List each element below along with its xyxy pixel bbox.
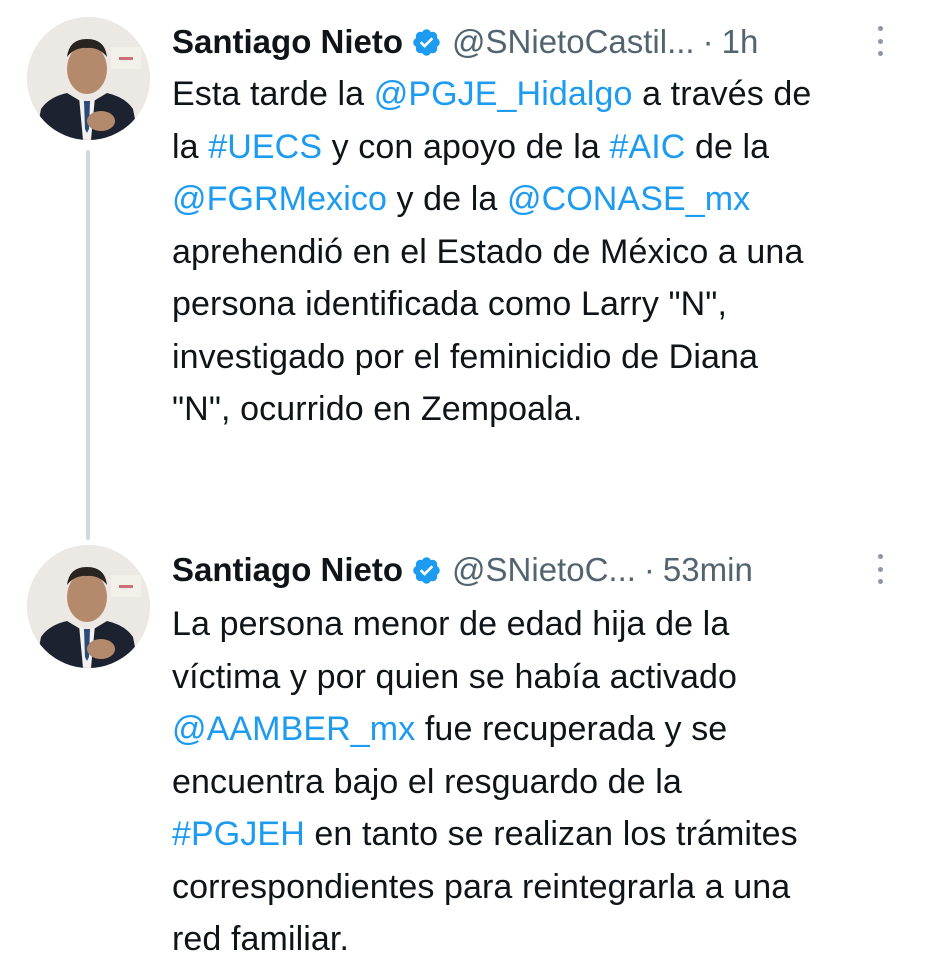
tweet-text-line: encuentra bajo el resguardo de la [172, 756, 912, 809]
avatar-photo [27, 17, 150, 140]
meta-separator: · [702, 23, 714, 60]
text-segment: La persona menor de edad hija de la [172, 605, 730, 643]
more-vertical-icon[interactable] [875, 26, 885, 56]
tweet-thread: Santiago Nieto @SNietoCastil... · 1h Est… [0, 0, 927, 960]
thread-connector-line [86, 150, 90, 540]
text-segment: a través de [632, 75, 812, 113]
more-vertical-icon[interactable] [875, 554, 885, 584]
hashtag-link[interactable]: #UECS [208, 128, 322, 166]
tweet-text-line: víctima y por quien se había activado [172, 651, 912, 704]
tweet-text: Esta tarde la @PGJE_Hidalgo a través de l… [172, 68, 912, 436]
tweet-text-line: @AAMBER_mx fue recuperada y se [172, 703, 912, 756]
mention-link[interactable]: @CONASE_mx [507, 180, 750, 218]
tweet-text-line: Esta tarde la @PGJE_Hidalgo a través de [172, 68, 912, 121]
tweet-text-line: la #UECS y con apoyo de la #AIC de la [172, 121, 912, 174]
text-segment: y de la [386, 180, 507, 218]
mention-link[interactable]: @AAMBER_mx [172, 710, 415, 748]
text-segment: víctima y por quien se había activado [172, 657, 738, 696]
meta-separator: · [643, 551, 655, 588]
author-display-name[interactable]: Santiago Nieto [172, 23, 403, 61]
mention-link[interactable]: @FGRMexico [172, 180, 387, 218]
hashtag-link[interactable]: #AIC [609, 128, 685, 166]
tweet-text-line: "N", ocurrido en Zempoala. [172, 383, 912, 436]
text-segment: "N", ocurrido en Zempoala. [172, 390, 583, 428]
verified-badge-icon [411, 555, 442, 586]
mention-link[interactable]: @PGJE_Hidalgo [374, 75, 633, 113]
tweet-text-line: red familiar. [172, 913, 912, 966]
text-segment: Esta tarde la [172, 75, 374, 113]
hashtag-link[interactable]: #PGJEH [172, 815, 305, 853]
text-segment: investigado por el feminicidio de Diana [172, 337, 759, 376]
tweet-text: La persona menor de edad hija de la vícti… [172, 598, 912, 966]
tweet-header: Santiago Nieto @SNietoCastil... · 1h [172, 18, 897, 66]
verified-badge-icon [411, 27, 442, 58]
text-segment: red familiar. [172, 920, 350, 958]
author-handle[interactable]: @SNietoC... [452, 551, 636, 589]
tweet-text-line: #PGJEH en tanto se realizan los trámites [172, 808, 912, 861]
tweet-timestamp[interactable]: 53min [663, 551, 753, 589]
tweet-timestamp[interactable]: 1h [722, 23, 759, 61]
tweet-text-line: investigado por el feminicidio de Diana [172, 331, 912, 384]
avatar[interactable] [27, 17, 150, 140]
tweet-text-line: persona identificada como Larry "N", [172, 278, 912, 331]
text-segment: fue recuperada y se [415, 710, 728, 748]
avatar[interactable] [27, 545, 150, 668]
author-display-name[interactable]: Santiago Nieto [172, 551, 403, 589]
text-segment: y con apoyo de la [322, 127, 610, 166]
tweet-header: Santiago Nieto @SNietoC... · 53min [172, 546, 897, 594]
avatar-photo [27, 545, 150, 668]
tweet-text-line: @FGRMexico y de la @CONASE_mx [172, 173, 912, 226]
text-segment: correspondientes para reintegrarla a una [172, 867, 791, 906]
tweet-text-line: aprehendió en el Estado de México a una [172, 226, 912, 279]
tweet-text-line: correspondientes para reintegrarla a una [172, 861, 912, 914]
text-segment: en tanto se realizan los trámites [304, 815, 798, 853]
text-segment: persona identificada como Larry "N", [172, 285, 728, 323]
tweet-text-line: La persona menor de edad hija de la [172, 598, 912, 651]
author-handle[interactable]: @SNietoCastil... [452, 23, 695, 61]
text-segment: encuentra bajo el resguardo de la [172, 762, 682, 801]
text-segment: aprehendió en el Estado de México a una [172, 232, 804, 271]
text-segment: de la [685, 127, 770, 166]
text-segment: la [172, 127, 209, 166]
